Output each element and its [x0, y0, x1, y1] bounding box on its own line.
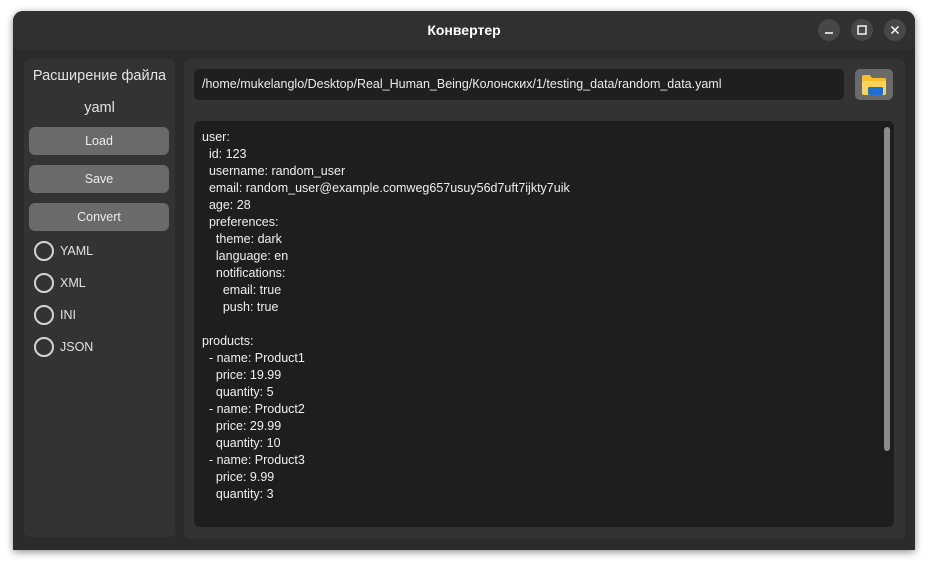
radio-label: INI: [60, 308, 76, 322]
load-button[interactable]: Load: [29, 127, 169, 155]
radio-circle[interactable]: [34, 241, 54, 261]
folder-icon: [862, 74, 886, 95]
file-path-input[interactable]: /home/mukelanglo/Desktop/Real_Human_Bein…: [194, 69, 844, 100]
radio-xml[interactable]: XML: [34, 272, 86, 294]
window-title: Конвертер: [427, 22, 501, 38]
main-panel: /home/mukelanglo/Desktop/Real_Human_Bein…: [184, 59, 905, 539]
radio-yaml[interactable]: YAML: [34, 240, 93, 262]
radio-label: YAML: [60, 244, 94, 258]
maximize-button[interactable]: [851, 19, 873, 41]
sidebar: Расширение файла yaml Load Save Convert …: [24, 59, 175, 537]
title-bar[interactable]: Конвертер: [13, 11, 915, 49]
minimize-icon: [825, 32, 833, 34]
app-window: Конвертер Расширение файла yaml Load Sav…: [13, 11, 915, 550]
save-button[interactable]: Save: [29, 165, 169, 193]
radio-ini[interactable]: INI: [34, 304, 76, 326]
content-editor[interactable]: user: id: 123 username: random_user emai…: [194, 121, 894, 527]
close-button[interactable]: [884, 19, 906, 41]
file-content[interactable]: user: id: 123 username: random_user emai…: [202, 129, 570, 503]
editor-scrollbar[interactable]: [884, 127, 890, 451]
extension-label: Расширение файла: [32, 68, 167, 84]
radio-circle[interactable]: [34, 305, 54, 325]
minimize-button[interactable]: [818, 19, 840, 41]
extension-value: yaml: [84, 100, 115, 116]
radio-label: JSON: [60, 340, 94, 354]
maximize-icon: [857, 25, 867, 35]
radio-circle[interactable]: [34, 337, 54, 357]
browse-folder-button[interactable]: [855, 69, 893, 100]
radio-circle[interactable]: [34, 273, 54, 293]
convert-button[interactable]: Convert: [29, 203, 169, 231]
close-icon: [890, 25, 900, 35]
radio-json[interactable]: JSON: [34, 336, 93, 358]
radio-label: XML: [60, 276, 86, 290]
